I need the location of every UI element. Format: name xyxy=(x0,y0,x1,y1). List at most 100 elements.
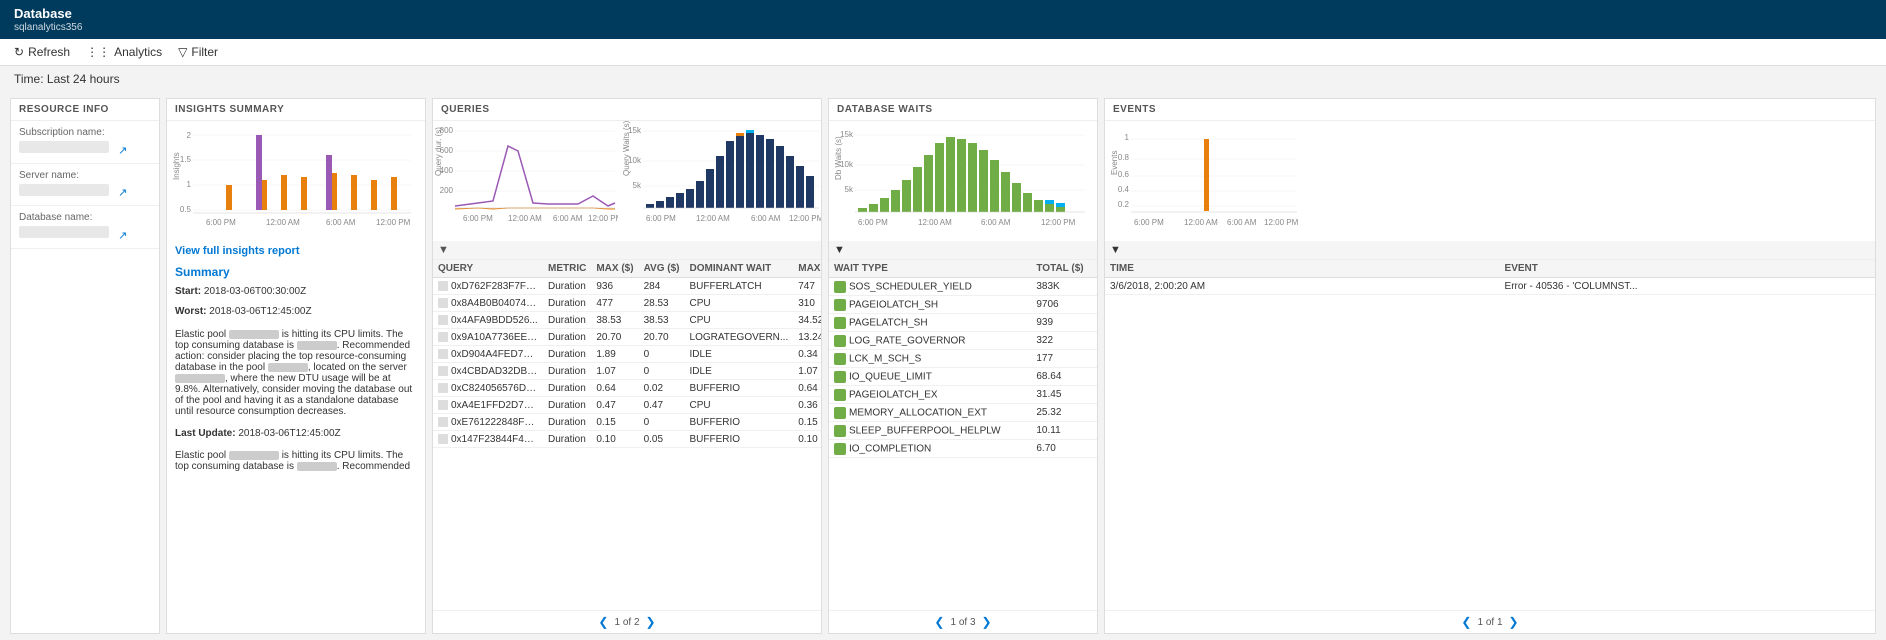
events-filter-row: ▼ xyxy=(1105,241,1875,260)
query-wait-max: 0.10 xyxy=(793,431,821,448)
subscription-value xyxy=(19,141,109,153)
query-wait-max: 310 xyxy=(793,295,821,312)
query-dominant-wait: BUFFERLATCH xyxy=(685,278,794,295)
redact-2 xyxy=(297,341,337,350)
query-avg: 20.70 xyxy=(639,329,685,346)
table-row[interactable]: LCK_M_SCH_S 177 xyxy=(829,350,1097,368)
events-page-info: 1 of 1 xyxy=(1477,617,1502,628)
table-row[interactable]: IO_QUEUE_LIMIT 68.64 xyxy=(829,368,1097,386)
table-row[interactable]: PAGEIOLATCH_EX 31.45 xyxy=(829,386,1097,404)
svg-text:6:00 AM: 6:00 AM xyxy=(751,214,781,223)
waits-table: WAIT TYPE TOTAL ($) SOS_SCHEDULER_YIELD … xyxy=(829,260,1097,458)
svg-text:10k: 10k xyxy=(840,160,854,169)
query-id: 0xD762F283F7FBF5 xyxy=(433,278,543,295)
events-table-scroll[interactable]: TIME EVENT 3/6/2018, 2:00:20 AM Error - … xyxy=(1105,260,1875,610)
query-metric: Duration xyxy=(543,295,591,312)
svg-text:6:00 PM: 6:00 PM xyxy=(463,214,493,223)
svg-text:6:00 AM: 6:00 AM xyxy=(1227,218,1257,227)
view-insights-link[interactable]: View full insights report xyxy=(167,241,425,261)
wait-type-icon xyxy=(834,281,846,293)
insights-title: INSIGHTS SUMMARY xyxy=(167,99,425,121)
redact-5 xyxy=(229,451,279,460)
table-row[interactable]: IO_COMPLETION 6.70 xyxy=(829,440,1097,458)
query-metric: Duration xyxy=(543,329,591,346)
events-next-btn[interactable]: ❯ xyxy=(1509,615,1519,629)
svg-text:12:00 AM: 12:00 AM xyxy=(266,218,300,227)
waits-filter-icon: ▼ xyxy=(834,244,845,256)
query-metric: Duration xyxy=(543,431,591,448)
svg-text:6:00 AM: 6:00 AM xyxy=(326,218,356,227)
queries-charts: Query dur. (s) 800 600 400 200 6:00 PM 1… xyxy=(433,121,821,241)
svg-text:800: 800 xyxy=(440,126,454,135)
waits-prev-btn[interactable]: ❮ xyxy=(934,615,944,629)
insights-description: Elastic pool is hitting its CPU limits. … xyxy=(167,323,425,633)
database-edit-icon[interactable]: ↗ xyxy=(118,230,127,242)
redact-4 xyxy=(175,374,225,383)
table-row[interactable]: 3/6/2018, 2:00:20 AM Error - 40536 - 'CO… xyxy=(1105,278,1875,295)
svg-text:12:00 AM: 12:00 AM xyxy=(508,214,542,223)
subscription-edit-icon[interactable]: ↗ xyxy=(118,145,127,157)
svg-text:0.4: 0.4 xyxy=(1118,185,1130,194)
filter-button[interactable]: ▽ Filter xyxy=(178,45,218,59)
queries-panel: QUERIES Query dur. (s) 800 600 400 200 xyxy=(432,98,822,634)
refresh-button[interactable]: ↻ Refresh xyxy=(14,45,70,59)
wait-type-icon xyxy=(834,317,846,329)
wait-type: MEMORY_ALLOCATION_EXT xyxy=(829,404,1031,422)
query-metric: Duration xyxy=(543,380,591,397)
svg-text:1: 1 xyxy=(1125,133,1130,142)
query-max: 477 xyxy=(591,295,638,312)
query-avg: 0.47 xyxy=(639,397,685,414)
queries-filter-row: ▼ xyxy=(433,241,821,260)
query-avg: 0.02 xyxy=(639,380,685,397)
events-prev-btn[interactable]: ❮ xyxy=(1461,615,1471,629)
table-row[interactable]: PAGELATCH_SH 939 xyxy=(829,314,1097,332)
table-row[interactable]: SOS_SCHEDULER_YIELD 383K xyxy=(829,278,1097,296)
table-row[interactable]: MEMORY_ALLOCATION_EXT 25.32 xyxy=(829,404,1097,422)
table-row[interactable]: 0xC824056576DF... Duration 0.64 0.02 BUF… xyxy=(433,380,821,397)
queries-next-btn[interactable]: ❯ xyxy=(646,615,656,629)
col-wait-max: MAX ($) xyxy=(793,260,821,278)
svg-text:15k: 15k xyxy=(840,130,854,139)
wait-total: 939 xyxy=(1031,314,1097,332)
table-row[interactable]: 0x4AFA9BDD526... Duration 38.53 38.53 CP… xyxy=(433,312,821,329)
table-row[interactable]: SLEEP_BUFFERPOOL_HELPLW 10.11 xyxy=(829,422,1097,440)
waits-next-btn[interactable]: ❯ xyxy=(982,615,992,629)
col-query: QUERY xyxy=(433,260,543,278)
query-max: 0.15 xyxy=(591,414,638,431)
queries-table-scroll[interactable]: QUERY METRIC MAX ($) AVG ($) DOMINANT WA… xyxy=(433,260,821,610)
server-edit-icon[interactable]: ↗ xyxy=(118,187,127,199)
query-avg: 0 xyxy=(639,363,685,380)
query-wait-max: 13.24 xyxy=(793,329,821,346)
table-row[interactable]: 0x4CBDAD32DB5... Duration 1.07 0 IDLE 1.… xyxy=(433,363,821,380)
query-id: 0xC824056576DF... xyxy=(433,380,543,397)
query-id: 0xD904A4FED700... xyxy=(433,346,543,363)
event-time: 3/6/2018, 2:00:20 AM xyxy=(1105,278,1500,295)
svg-text:6:00 PM: 6:00 PM xyxy=(1134,218,1164,227)
table-row[interactable]: 0x147F23844F44E8 Duration 0.10 0.05 BUFF… xyxy=(433,431,821,448)
table-row[interactable]: 0xE761222848FB8D Duration 0.15 0 BUFFERI… xyxy=(433,414,821,431)
query-id: 0x9A10A7736EED... xyxy=(433,329,543,346)
svg-text:Db Waits (s): Db Waits (s) xyxy=(834,136,843,180)
svg-text:6:00 AM: 6:00 AM xyxy=(981,218,1011,227)
table-row[interactable]: 0xD904A4FED700... Duration 1.89 0 IDLE 0… xyxy=(433,346,821,363)
col-wait-type: WAIT TYPE xyxy=(829,260,1031,278)
insights-summary-panel: INSIGHTS SUMMARY Insights 2 1.5 1 0.5 xyxy=(166,98,426,634)
wait-type-icon xyxy=(834,299,846,311)
queries-prev-btn[interactable]: ❮ xyxy=(598,615,608,629)
query-max: 1.07 xyxy=(591,363,638,380)
analytics-button[interactable]: ⋮⋮ Analytics xyxy=(86,45,162,59)
table-row[interactable]: 0x9A10A7736EED... Duration 20.70 20.70 L… xyxy=(433,329,821,346)
query-wait-max: 0.15 xyxy=(793,414,821,431)
query-avg: 0 xyxy=(639,414,685,431)
waits-filter-row: ▼ xyxy=(829,241,1097,260)
table-row[interactable]: 0x8A4B0B04074B... Duration 477 28.53 CPU… xyxy=(433,295,821,312)
table-row[interactable]: 0xA4E1FFD2D77C... Duration 0.47 0.47 CPU… xyxy=(433,397,821,414)
table-row[interactable]: PAGEIOLATCH_SH 9706 xyxy=(829,296,1097,314)
waits-table-scroll[interactable]: WAIT TYPE TOTAL ($) SOS_SCHEDULER_YIELD … xyxy=(829,260,1097,610)
query-dominant-wait: BUFFERIO xyxy=(685,380,794,397)
database-field: Database name: ↗ xyxy=(11,206,159,249)
wait-type: PAGEIOLATCH_SH xyxy=(829,296,1031,314)
table-row[interactable]: LOG_RATE_GOVERNOR 322 xyxy=(829,332,1097,350)
table-row[interactable]: 0xD762F283F7FBF5 Duration 936 284 BUFFER… xyxy=(433,278,821,295)
wait-type: PAGELATCH_SH xyxy=(829,314,1031,332)
